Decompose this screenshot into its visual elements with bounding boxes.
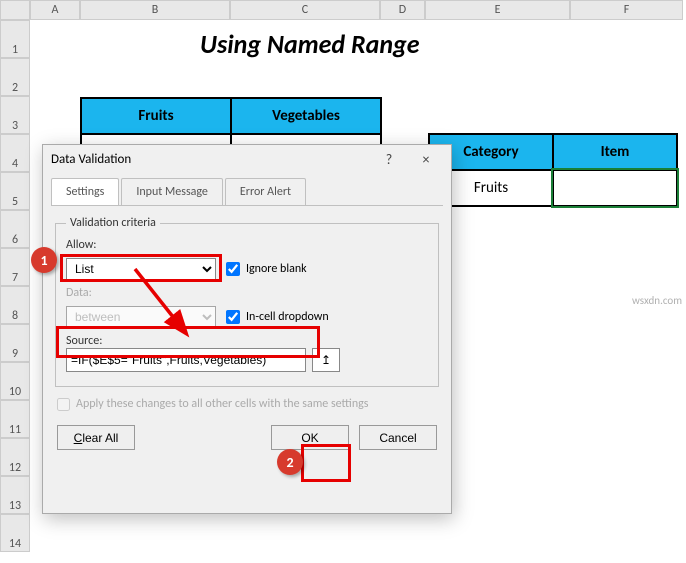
col-header[interactable]: E bbox=[425, 0, 570, 20]
dialog-title: Data Validation bbox=[51, 152, 131, 167]
tab-error-alert[interactable]: Error Alert bbox=[225, 178, 306, 205]
source-input[interactable] bbox=[66, 348, 306, 372]
table-header: Vegetables bbox=[231, 98, 381, 134]
col-header[interactable]: D bbox=[380, 0, 425, 20]
data-validation-dialog: Data Validation ? × Settings Input Messa… bbox=[42, 144, 452, 514]
ignore-blank-checkbox[interactable] bbox=[226, 262, 240, 276]
apply-all-checkbox bbox=[57, 398, 70, 411]
watermark: wsxdn.com bbox=[632, 294, 682, 307]
ok-button[interactable]: OK bbox=[271, 425, 349, 450]
collapse-dialog-icon[interactable]: ↥ bbox=[312, 348, 340, 372]
allow-label: Allow: bbox=[66, 238, 428, 252]
step-badge-1: 1 bbox=[31, 247, 57, 273]
incell-dropdown-label: In-cell dropdown bbox=[246, 310, 329, 324]
group-legend: Validation criteria bbox=[66, 216, 160, 230]
category-item-table: Category Item Fruits bbox=[428, 133, 678, 207]
close-icon[interactable]: × bbox=[409, 151, 443, 168]
page-title: Using Named Range bbox=[200, 28, 420, 60]
select-all-corner[interactable] bbox=[0, 0, 30, 20]
apply-all-label: Apply these changes to all other cells w… bbox=[76, 397, 368, 411]
allow-select[interactable]: List bbox=[66, 258, 216, 280]
table-header: Fruits bbox=[81, 98, 231, 134]
item-cell-selected[interactable] bbox=[553, 170, 677, 206]
validation-criteria-group: Validation criteria Allow: List Ignore b… bbox=[55, 216, 439, 387]
table-header: Item bbox=[553, 134, 677, 170]
tab-settings[interactable]: Settings bbox=[51, 178, 119, 205]
clear-all-button[interactable]: Clear All bbox=[57, 425, 135, 450]
data-label: Data: bbox=[66, 286, 428, 300]
col-header[interactable]: F bbox=[570, 0, 683, 20]
ignore-blank-label: Ignore blank bbox=[246, 262, 307, 276]
column-headers: A B C D E F bbox=[0, 0, 683, 20]
data-select: between bbox=[66, 306, 216, 328]
cancel-button[interactable]: Cancel bbox=[359, 425, 437, 450]
row-headers: 1 2 3 4 5 6 7 8 9 10 11 12 13 14 bbox=[0, 20, 30, 552]
incell-dropdown-checkbox[interactable] bbox=[226, 310, 240, 324]
col-header[interactable]: C bbox=[230, 0, 380, 20]
help-icon[interactable]: ? bbox=[372, 151, 406, 168]
row-header[interactable]: 1 bbox=[0, 20, 30, 58]
col-header[interactable]: B bbox=[80, 0, 230, 20]
source-label: Source: bbox=[66, 334, 428, 348]
step-badge-2: 2 bbox=[277, 449, 303, 475]
col-header[interactable]: A bbox=[30, 0, 80, 20]
tab-input-message[interactable]: Input Message bbox=[121, 178, 223, 205]
